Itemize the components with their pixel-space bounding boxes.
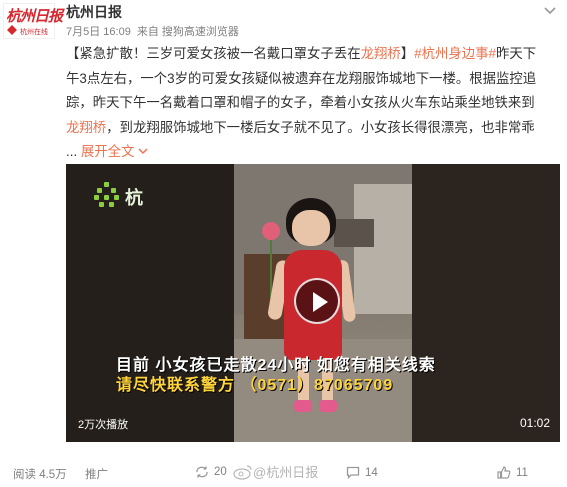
video-subtitle-line-2: 请尽快联系警方 （0571）87065709 bbox=[116, 377, 394, 394]
thumbs-up-icon bbox=[497, 466, 511, 479]
post-line-4: 龙翔桥，到龙翔服饰城地下一楼后女子就不见了。小女孩长得很漂亮，也非常乖 bbox=[66, 116, 560, 141]
like-count: 11 bbox=[516, 466, 528, 479]
watermark-text: @杭州日报 bbox=[253, 465, 319, 480]
repost-button[interactable]: 20 bbox=[195, 466, 227, 478]
post-text-segment: 】 bbox=[400, 46, 415, 61]
location-link[interactable]: 龙翔桥 bbox=[66, 120, 106, 135]
repost-count: 20 bbox=[214, 466, 227, 478]
play-button[interactable] bbox=[294, 278, 340, 324]
frame-pictures bbox=[334, 219, 374, 247]
post-date[interactable]: 7月5日 16:09 bbox=[66, 26, 131, 38]
girl-face bbox=[292, 210, 330, 246]
post-text-segment: ，到龙翔服饰城地下一楼后女子就不见了。小女孩长得很漂亮，也非常乖 bbox=[106, 119, 535, 135]
channel-logo-icon bbox=[94, 182, 120, 208]
weibo-watermark: @杭州日报 bbox=[233, 462, 318, 481]
post-line-5: ... 展开全文 bbox=[66, 140, 560, 165]
avatar-logo-subtext: 杭州在线 bbox=[20, 29, 48, 36]
expand-full-text-link[interactable]: 展开全文 bbox=[81, 144, 135, 159]
girl-shoe bbox=[319, 400, 337, 412]
post-text-segment: 【紧急扩散！三岁可爱女孩被一名戴口罩女子丢在 bbox=[66, 46, 361, 61]
comment-count: 14 bbox=[365, 466, 378, 479]
location-link[interactable]: 龙翔桥 bbox=[361, 46, 401, 61]
like-button[interactable]: 11 bbox=[497, 466, 528, 479]
video-player[interactable]: 杭 目前 小女孩已走散24小时 如您有相关线索 请尽快联系警方 （0571）87… bbox=[66, 164, 560, 442]
post-line-2: 午3点左右，一个3岁的可爱女孩疑似被遗弃在龙翔服饰城地下一楼。根据监控追 bbox=[66, 70, 537, 86]
frame-door bbox=[354, 184, 412, 314]
topic-link[interactable]: #杭州身边事# bbox=[414, 46, 496, 61]
flower bbox=[262, 222, 280, 240]
post-header: 杭州日报 杭州在线 杭州日报 7月5日 16:09 来自 搜狗高速浏览器 bbox=[0, 0, 567, 44]
avatar-logo-mark bbox=[7, 25, 17, 35]
channel-logo-text: 杭 bbox=[125, 188, 143, 208]
account-name[interactable]: 杭州日报 bbox=[66, 2, 122, 22]
post-meta: 7月5日 16:09 来自 搜狗高速浏览器 bbox=[66, 23, 245, 39]
comment-button[interactable]: 14 bbox=[346, 466, 378, 479]
chevron-down-icon[interactable] bbox=[138, 148, 148, 156]
girl-shoe bbox=[294, 400, 312, 412]
chevron-down-icon[interactable] bbox=[543, 6, 557, 16]
read-count: 阅读 4.5万 bbox=[13, 469, 67, 481]
post-text: 【紧急扩散！三岁可爱女孩被一名戴口罩女子丢在龙翔桥】#杭州身边事#昨天下 午3点… bbox=[66, 42, 560, 165]
video-view-count: 2万次播放 bbox=[78, 419, 129, 431]
post-line-1: 【紧急扩散！三岁可爱女孩被一名戴口罩女子丢在龙翔桥】#杭州身边事#昨天下 bbox=[66, 42, 560, 67]
ellipsis: ... bbox=[66, 144, 78, 159]
weibo-logo-icon bbox=[233, 464, 252, 480]
post-line-3: 踪，昨天下午一名戴着口罩和帽子的女子，牵着小女孩从火车东站乘坐地铁来到 bbox=[66, 95, 535, 110]
channel-logo: 杭 bbox=[94, 182, 154, 210]
video-duration: 01:02 bbox=[519, 416, 550, 430]
avatar[interactable]: 杭州日报 杭州在线 bbox=[3, 3, 63, 39]
post-source[interactable]: 来自 搜狗高速浏览器 bbox=[137, 26, 239, 38]
post-text-segment: 昨天下 bbox=[496, 46, 537, 61]
promote-button[interactable]: 推广 bbox=[85, 466, 108, 482]
repost-icon bbox=[196, 466, 208, 478]
comment-icon bbox=[346, 466, 360, 479]
video-letterbox-right bbox=[412, 164, 560, 442]
avatar-logo-text: 杭州日报 bbox=[6, 7, 63, 25]
